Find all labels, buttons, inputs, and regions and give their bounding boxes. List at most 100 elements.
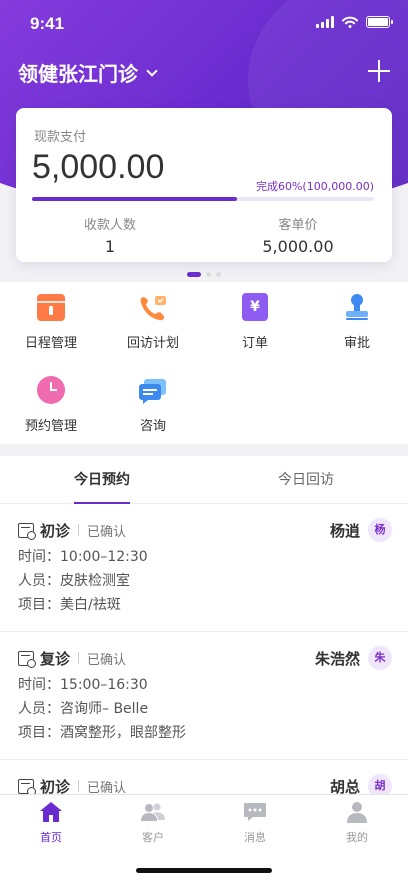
summary-label: 现款支付 [34,130,87,145]
menu-schedule[interactable]: 日程管理 [0,290,102,351]
battery-icon [366,16,393,28]
quick-menu: 日程管理 回访计划 ¥ 订单 审批 预约管理 咨询 [0,282,408,444]
calendar-icon [37,294,65,321]
profile-icon [347,802,367,823]
appointment-card[interactable]: 初诊 已确认 胡总 胡 [0,760,408,794]
summary-stats: 收款人数 1 客单价 5,000.00 [16,214,392,256]
appointment-time: 时间：10:00–12:30 [18,548,390,566]
clock-icon [37,376,65,404]
appointment-calendar-icon [18,650,36,668]
add-button[interactable] [368,60,390,82]
message-icon [244,803,266,821]
avatar: 胡 [368,774,392,794]
item-label: 项目： [18,597,60,613]
avatar: 朱 [368,646,392,670]
patient-name: 杨逍 [329,522,360,540]
tab-profile[interactable]: 我的 [306,801,408,847]
menu-callback-plan[interactable]: 回访计划 [102,290,204,351]
appointment-staff: 人员：皮肤检测室 [18,572,390,590]
staff-value: 咨询师– Belle [60,701,149,717]
item-label: 项目： [18,725,60,741]
divider [78,652,80,664]
time-label: 时间： [18,677,60,693]
appointment-item: 项目：酒窝整形，眼部整形 [18,724,390,742]
appointment-status: 已确认 [87,524,127,540]
appointment-calendar-icon [18,778,36,794]
time-value: 15:00–16:30 [60,677,148,693]
clinic-name: 领健张江门诊 [18,62,138,86]
appointment-type: 初诊 [40,521,71,540]
home-icon [40,802,62,822]
appointment-calendar-icon [18,522,36,540]
menu-label: 日程管理 [24,336,77,351]
divider [78,780,80,792]
order-icon: ¥ [242,293,268,321]
title-row: 领健张江门诊 [18,58,390,90]
tab-today-callbacks[interactable]: 今日回访 [204,456,408,503]
menu-label: 审批 [343,336,370,351]
menu-approval[interactable]: 审批 [306,290,408,351]
stat-payer-count: 收款人数 1 [16,214,204,256]
stat-label: 收款人数 [83,218,136,233]
pager-dot[interactable] [216,272,221,277]
item-value: 酒窝整形，眼部整形 [60,725,186,741]
appointment-type: 复诊 [40,649,71,668]
stat-value: 1 [104,237,116,256]
carousel-pager [0,272,408,277]
appointment-staff: 人员：咨询师– Belle [18,700,390,718]
phone-callback-icon [140,296,166,321]
stat-avg-price: 客单价 5,000.00 [204,214,392,256]
progress-text: 完成60%(100,000.00) [255,180,374,193]
chat-icon [139,379,166,404]
today-section: 今日预约 今日回访 初诊 已确认 杨逍 杨 时间：10:00–12:30 人员：… [0,456,408,794]
appointment-status: 已确认 [87,780,127,795]
appointment-card[interactable]: 复诊 已确认 朱浩然 朱 时间：15:00–16:30 人员：咨询师– Bell… [0,632,408,760]
appointment-item: 项目：美白/祛斑 [18,596,390,614]
stat-label: 客单价 [278,218,318,233]
patient-name: 朱浩然 [314,650,360,668]
tab-messages[interactable]: 消息 [204,801,306,847]
appointment-time: 时间：15:00–16:30 [18,676,390,694]
tab-label: 客户 [142,831,164,844]
appointment-type: 初诊 [40,777,71,795]
stamp-icon [346,294,368,320]
menu-orders[interactable]: ¥ 订单 [204,290,306,351]
menu-label: 订单 [241,336,268,351]
divider [78,524,80,536]
payment-summary-card[interactable]: 现款支付 5,000.00 完成60%(100,000.00) 收款人数 1 客… [16,108,392,262]
staff-label: 人员： [18,701,60,717]
menu-label: 回访计划 [126,336,179,351]
bottom-tab-bar: 首页 客户 消息 我的 [0,794,408,883]
patient-name: 胡总 [329,778,360,794]
pager-dot[interactable] [206,272,211,277]
tab-bar: 今日预约 今日回访 [0,456,408,504]
tab-label: 首页 [40,831,62,844]
staff-label: 人员： [18,573,60,589]
status-bar: 9:41 [0,0,408,50]
summary-amount: 5,000.00 [32,148,165,186]
tab-label: 消息 [244,831,266,844]
avatar: 杨 [368,518,392,542]
tab-label: 我的 [346,831,368,844]
menu-appointment-management[interactable]: 预约管理 [0,373,102,434]
chevron-down-icon [146,64,158,77]
item-value: 美白/祛斑 [60,597,121,613]
appointment-status: 已确认 [87,652,127,668]
tab-home[interactable]: 首页 [0,801,102,847]
clinic-switcher[interactable]: 领健张江门诊 [18,58,158,87]
customers-icon [141,803,165,821]
menu-consultation[interactable]: 咨询 [102,373,204,434]
cellular-signal-icon [316,16,334,28]
progress-bar [32,197,374,201]
home-indicator [136,868,272,873]
staff-value: 皮肤检测室 [60,573,130,589]
tab-customers[interactable]: 客户 [102,801,204,847]
status-time: 9:41 [30,14,65,33]
menu-label: 预约管理 [24,419,77,434]
time-value: 10:00–12:30 [60,549,148,565]
wifi-icon [342,16,358,28]
pager-dot[interactable] [187,272,201,277]
tab-today-appointments[interactable]: 今日预约 [0,456,204,504]
appointment-card[interactable]: 初诊 已确认 杨逍 杨 时间：10:00–12:30 人员：皮肤检测室 项目：美… [0,504,408,632]
status-icons [316,16,393,28]
